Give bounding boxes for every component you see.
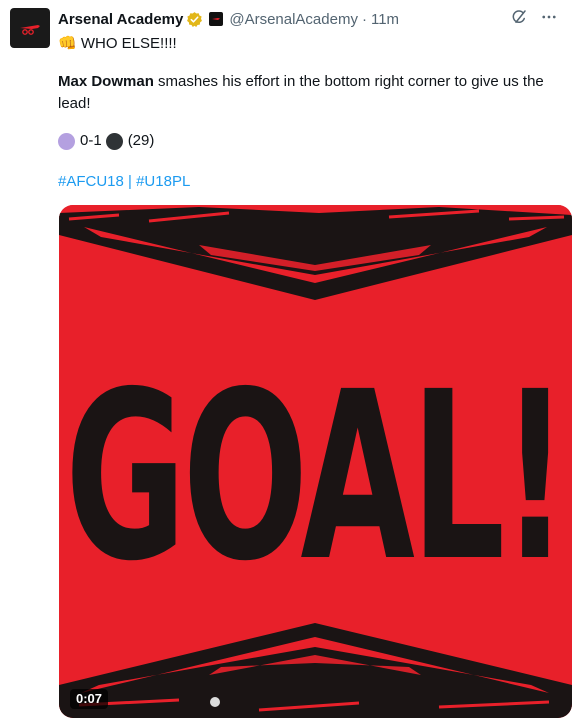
author-handle[interactable]: @ArsenalAcademy	[229, 11, 358, 28]
grok-icon[interactable]	[510, 8, 528, 30]
arsenal-cannon-logo-icon	[20, 25, 40, 35]
more-icon[interactable]	[540, 8, 558, 30]
hashtag-separator: |	[123, 173, 137, 190]
avatar[interactable]	[10, 8, 50, 48]
score-minute: (29)	[127, 132, 155, 149]
video-progress-dot[interactable]	[210, 697, 220, 707]
black-circle-icon	[105, 132, 123, 150]
score-line: 0-1 (29)	[58, 130, 558, 152]
author-name[interactable]: Arsenal Academy	[58, 11, 183, 28]
separator-dot: ·	[361, 10, 367, 28]
score-text: 0-1	[80, 132, 102, 149]
goal-text: GOAL!	[65, 342, 565, 612]
goal-graphic: GOAL!	[59, 205, 572, 718]
tweet-line-who-else: 👊 WHO ELSE!!!!	[58, 33, 558, 55]
timestamp[interactable]: 11m	[371, 11, 399, 28]
tweet-header: Arsenal Academy @ArsenalAcademy · 11m	[58, 8, 558, 30]
fist-emoji: 👊	[58, 35, 77, 52]
lilac-circle-icon	[58, 132, 75, 150]
hashtags: #AFCU18 | #U18PL	[58, 171, 558, 193]
verified-badge-icon[interactable]	[186, 11, 203, 28]
hashtag-u18pl[interactable]: #U18PL	[136, 173, 190, 190]
video-duration: 0:07	[70, 689, 109, 709]
tweet-line-goal-description: Max Dowman smashes his effort in the bot…	[58, 71, 558, 115]
scorer-name: Max Dowman	[58, 73, 154, 90]
header-actions	[510, 8, 558, 30]
video-media[interactable]: GOAL!	[59, 205, 572, 718]
who-else-text: WHO ELSE!!!!	[80, 35, 177, 52]
hashtag-afcu18[interactable]: #AFCU18	[58, 173, 124, 190]
affiliate-badge-icon[interactable]	[209, 12, 224, 26]
